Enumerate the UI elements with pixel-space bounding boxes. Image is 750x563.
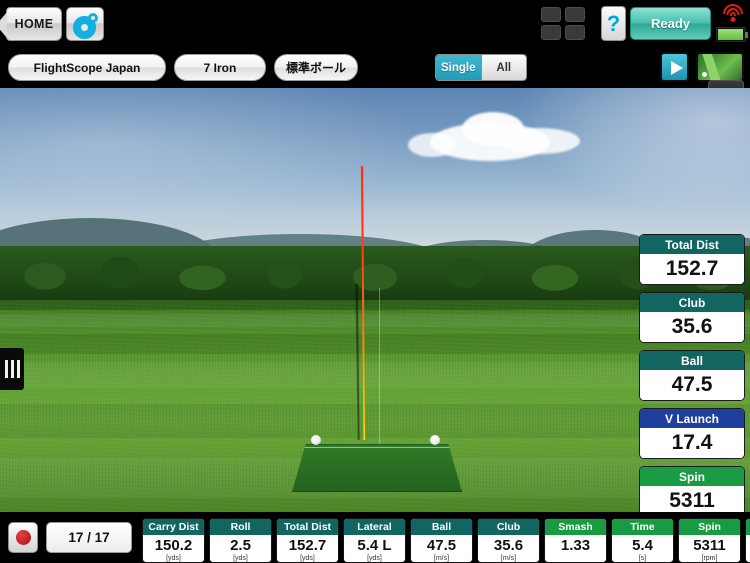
stat-cell[interactable]: Club 35.6 [m/s] (477, 518, 540, 563)
stat-label: Spin Ax (746, 519, 750, 535)
hitting-mat (292, 444, 462, 492)
ready-status-button[interactable]: Ready (630, 7, 711, 40)
stat-cell[interactable]: Roll 2.5 [yds] (209, 518, 272, 563)
metric-card[interactable]: Ball 47.5 (639, 350, 745, 401)
metric-card-header: Ball (640, 351, 744, 370)
view-mode-single[interactable]: Single (436, 55, 481, 80)
stat-value: 1.33 (560, 537, 591, 554)
stat-value: 2.5 (230, 537, 251, 554)
grid-view-button[interactable] (540, 6, 588, 42)
bottom-stats-bar: 17 / 17 Carry Dist 150.2 [yds] Roll 2.5 [yds]… (0, 512, 750, 563)
stat-value: 150.2 (154, 537, 193, 554)
selection-toolbar: FlightScope Japan 7 Iron 標準ボール Single Al… (0, 48, 750, 88)
stat-label: Total Dist (277, 519, 338, 535)
golf-ball (430, 435, 440, 445)
player-name-label: FlightScope Japan (33, 60, 141, 75)
help-icon: ? (606, 10, 621, 36)
stat-cell[interactable]: Total Dist 152.7 [yds] (276, 518, 339, 563)
home-button-label: HOME (14, 17, 54, 31)
metric-card-label: Spin (679, 469, 705, 484)
stat-unit: [rpm] (701, 555, 718, 562)
metric-card[interactable]: Club 35.6 (639, 292, 745, 343)
stat-label: Time (612, 519, 673, 535)
stat-cell[interactable]: Ball 47.5 [m/s] (410, 518, 473, 563)
stat-unit: [s] (638, 555, 647, 562)
record-button[interactable] (8, 522, 38, 553)
shot-counter-label: 17 / 17 (68, 530, 110, 545)
metric-card-label: Total Dist (665, 237, 719, 252)
target-line (379, 288, 380, 450)
ball-trajectory (355, 166, 369, 440)
course-map-button[interactable] (696, 52, 744, 82)
metric-card[interactable]: V Launch 17.4 (639, 408, 745, 459)
golf-ball (311, 435, 321, 445)
stat-label: Club (478, 519, 539, 535)
help-button[interactable]: ? (601, 6, 626, 41)
ready-status-label: Ready (650, 16, 691, 31)
shot-counter[interactable]: 17 / 17 (46, 522, 132, 553)
stat-unit: [yds] (300, 555, 315, 562)
metric-card-value: 152.7 (640, 254, 744, 284)
metric-card-value: 47.5 (640, 370, 744, 400)
settings-button[interactable] (66, 7, 104, 41)
stat-cell[interactable]: Lateral 5.4 L [yds] (343, 518, 406, 563)
metric-card-label: Ball (680, 353, 703, 368)
driving-range-scene[interactable] (0, 88, 750, 512)
stat-unit: [m/s] (433, 555, 450, 562)
metric-card-header: Total Dist (640, 235, 744, 254)
stat-unit: [yds] (166, 555, 181, 562)
golf-simulator-app: HOME ? Ready FlightScope Japan 7 Iron 標準… (0, 0, 750, 563)
top-toolbar: HOME ? Ready (0, 0, 750, 48)
stat-unit (545, 554, 606, 562)
metric-card[interactable]: Total Dist 152.7 (639, 234, 745, 285)
stat-value: 35.6 (493, 537, 524, 554)
stat-value: 152.7 (288, 537, 327, 554)
stat-unit: [°] (746, 554, 750, 562)
metric-card[interactable]: Spin 5311 (639, 466, 745, 517)
play-button[interactable] (660, 52, 689, 82)
metric-card-label: V Launch (664, 411, 719, 426)
stats-row: Carry Dist 150.2 [yds] Roll 2.5 [yds] Total Di… (142, 518, 750, 563)
metric-card-header: Club (640, 293, 744, 312)
stat-value: 5.4 L (357, 537, 392, 554)
stat-cell[interactable]: Smash 1.33 (544, 518, 607, 563)
club-selector[interactable]: 7 Iron (174, 54, 266, 81)
metric-card-value: 17.4 (640, 428, 744, 458)
metric-card-header: V Launch (640, 409, 744, 428)
metric-card-value: 35.6 (640, 312, 744, 342)
stat-value: 0.3 L (746, 535, 750, 554)
metric-card-label: Club (678, 295, 706, 310)
stat-label: Roll (210, 519, 271, 535)
stat-unit: [yds] (233, 555, 248, 562)
stat-unit: [m/s] (500, 555, 517, 562)
stat-value: 47.5 (426, 537, 457, 554)
stat-cell[interactable]: Spin 5311 [rpm] (678, 518, 741, 563)
metric-card-header: Spin (640, 467, 744, 486)
stat-value: 5.4 (632, 537, 653, 554)
wifi-icon (720, 4, 746, 24)
stat-label: Lateral (344, 519, 405, 535)
panel-handle-icon[interactable] (0, 348, 24, 390)
stat-label: Carry Dist (143, 519, 204, 535)
stat-unit: [yds] (367, 555, 382, 562)
tree-line (0, 246, 750, 304)
view-mode-all[interactable]: All (480, 55, 526, 80)
stat-cell[interactable]: Carry Dist 150.2 [yds] (142, 518, 205, 563)
home-button[interactable]: HOME (0, 7, 62, 41)
grid-icon (541, 7, 561, 22)
club-label: 7 Iron (203, 60, 237, 75)
battery-icon (716, 27, 748, 42)
view-mode-toggle[interactable]: Single All (435, 54, 527, 81)
metric-card-panel: Total Dist 152.7 Club 35.6 Ball 47.5 V L… (639, 234, 745, 524)
ball-label: 標準ボール (285, 61, 346, 75)
stat-cell[interactable]: Time 5.4 [s] (611, 518, 674, 563)
stat-label: Smash (545, 519, 606, 535)
stat-label: Spin (679, 519, 740, 535)
ball-selector[interactable]: 標準ボール (274, 54, 358, 81)
stat-value: 5311 (693, 537, 726, 554)
player-selector[interactable]: FlightScope Japan (8, 54, 166, 81)
stat-label: Ball (411, 519, 472, 535)
stat-cell[interactable]: Spin Ax0.3 L[°] (745, 518, 750, 563)
